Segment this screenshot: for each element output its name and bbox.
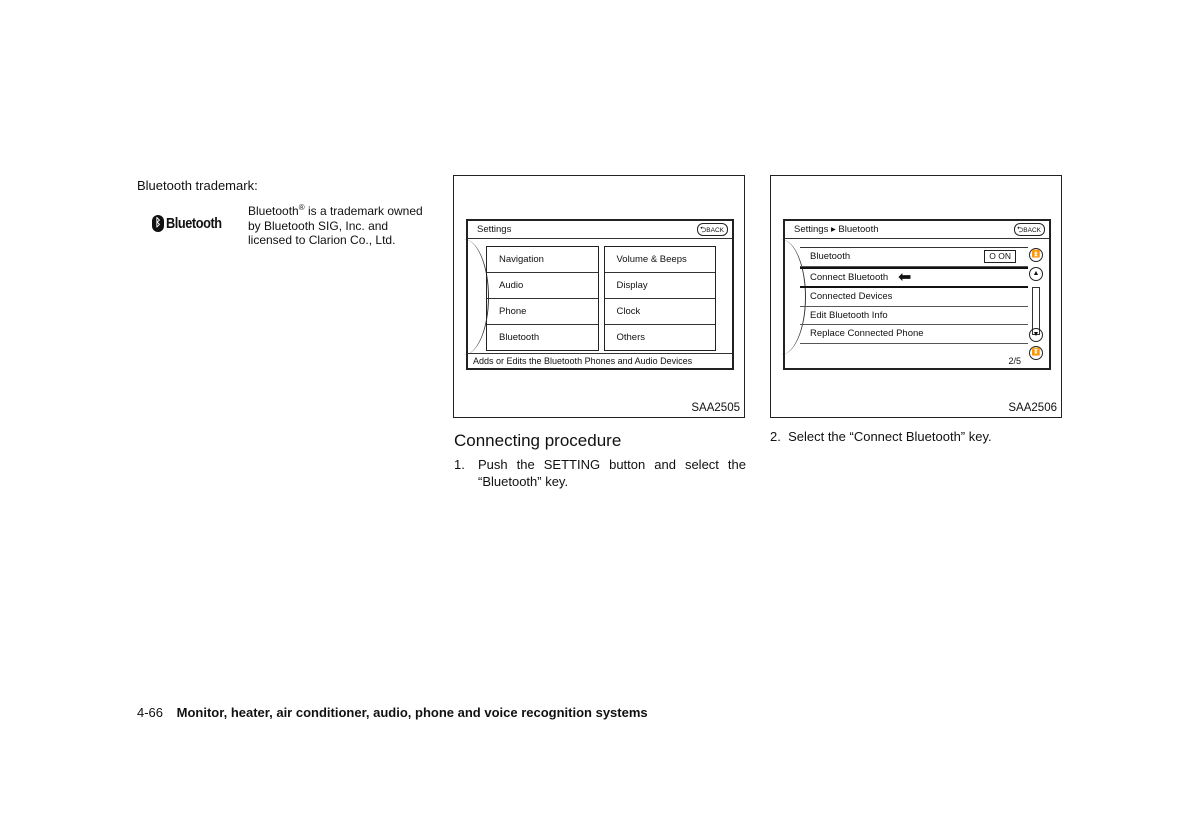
settings-right-column: Volume & Beeps Display Clock Others (603, 246, 716, 351)
figure-code: SAA2506 (1008, 402, 1057, 414)
page-footer: 4-66 Monitor, heater, air conditioner, a… (137, 705, 648, 720)
pointer-arrow-icon: ⬅ (898, 268, 912, 286)
scroll-up-icon[interactable]: ▲ (1029, 267, 1043, 281)
trademark-text: Bluetooth® is a trademark owned by Bluet… (248, 201, 430, 248)
bluetooth-logo-text: Bluetooth (166, 215, 222, 232)
bluetooth-menu-list: Bluetooth O ON Connect Bluetooth ⬅ Conne… (800, 247, 1028, 344)
menu-item-bluetooth-toggle[interactable]: Bluetooth O ON (800, 247, 1028, 267)
menu-item-phone[interactable]: Phone (487, 299, 598, 325)
menu-item-edit-bluetooth-info[interactable]: Edit Bluetooth Info (800, 307, 1028, 325)
settings-screen: Settings ⮌BACK Navigation Audio Phone Bl… (466, 219, 734, 370)
menu-item-connect-bluetooth[interactable]: Connect Bluetooth ⬅ (800, 266, 1028, 288)
screen-title: Settings ▸ Bluetooth (794, 224, 879, 235)
menu-item-replace-connected-phone[interactable]: Replace Connected Phone (800, 325, 1028, 344)
procedure-step-1: 1. Push the SETTING button and select th… (454, 456, 746, 490)
back-button[interactable]: ⮌BACK (1013, 223, 1045, 236)
step-number: 1. (454, 457, 465, 472)
settings-left-column: Navigation Audio Phone Bluetooth (486, 246, 599, 351)
page-down-icon[interactable]: ⏬ (1029, 346, 1043, 360)
menu-item-display[interactable]: Display (604, 273, 715, 299)
settings-grid: Navigation Audio Phone Bluetooth Volume … (486, 246, 716, 351)
menu-item-navigation[interactable]: Navigation (487, 247, 598, 273)
trademark-brand: Bluetooth (248, 204, 299, 218)
figure-bluetooth-screen: Settings ▸ Bluetooth ⮌BACK Bluetooth O O… (770, 175, 1062, 418)
scroll-down-icon[interactable]: ▼ (1029, 328, 1043, 342)
bluetooth-rune-icon: ᛒ (152, 215, 164, 232)
screen-title: Settings (477, 224, 512, 235)
trademark-heading: Bluetooth trademark: (137, 178, 258, 193)
menu-item-volume-beeps[interactable]: Volume & Beeps (604, 247, 715, 273)
section-title: Monitor, heater, air conditioner, audio,… (176, 705, 648, 720)
status-bar: Adds or Edits the Bluetooth Phones and A… (468, 353, 732, 368)
step-text: Select the “Connect Bluetooth” key. (788, 429, 992, 444)
back-button[interactable]: ⮌BACK (696, 223, 728, 236)
procedure-heading: Connecting procedure (454, 431, 622, 450)
page-number: 4-66 (137, 705, 164, 720)
step-number: 2. (770, 429, 781, 444)
bezel-curve (755, 239, 806, 355)
menu-item-bluetooth[interactable]: Bluetooth (487, 325, 598, 350)
figure-code: SAA2505 (691, 402, 740, 414)
back-label: BACK (706, 227, 724, 234)
bluetooth-logo: ᛒ Bluetooth (152, 215, 231, 232)
menu-item-connected-devices[interactable]: Connected Devices (800, 288, 1028, 307)
screen-header: Settings ⮌BACK (468, 221, 732, 239)
menu-item-others[interactable]: Others (605, 325, 716, 350)
back-label: BACK (1023, 227, 1041, 234)
page-indicator: 2/5 (1008, 356, 1021, 366)
menu-item-clock[interactable]: Clock (604, 299, 715, 325)
bluetooth-on-toggle[interactable]: O ON (984, 250, 1016, 263)
bezel-curve (438, 239, 489, 355)
item-label: Bluetooth (810, 251, 851, 262)
figure-settings-screen: Settings ⮌BACK Navigation Audio Phone Bl… (453, 175, 745, 418)
step-text: Push the SETTING button and select the “… (478, 457, 746, 489)
page-up-icon[interactable]: ⏫ (1029, 248, 1043, 262)
bluetooth-settings-screen: Settings ▸ Bluetooth ⮌BACK Bluetooth O O… (783, 219, 1051, 370)
procedure-step-2: 2. Select the “Connect Bluetooth” key. (770, 429, 992, 444)
item-label: Connect Bluetooth (810, 271, 889, 283)
screen-header: Settings ▸ Bluetooth ⮌BACK (785, 221, 1049, 239)
menu-item-audio[interactable]: Audio (487, 273, 598, 299)
